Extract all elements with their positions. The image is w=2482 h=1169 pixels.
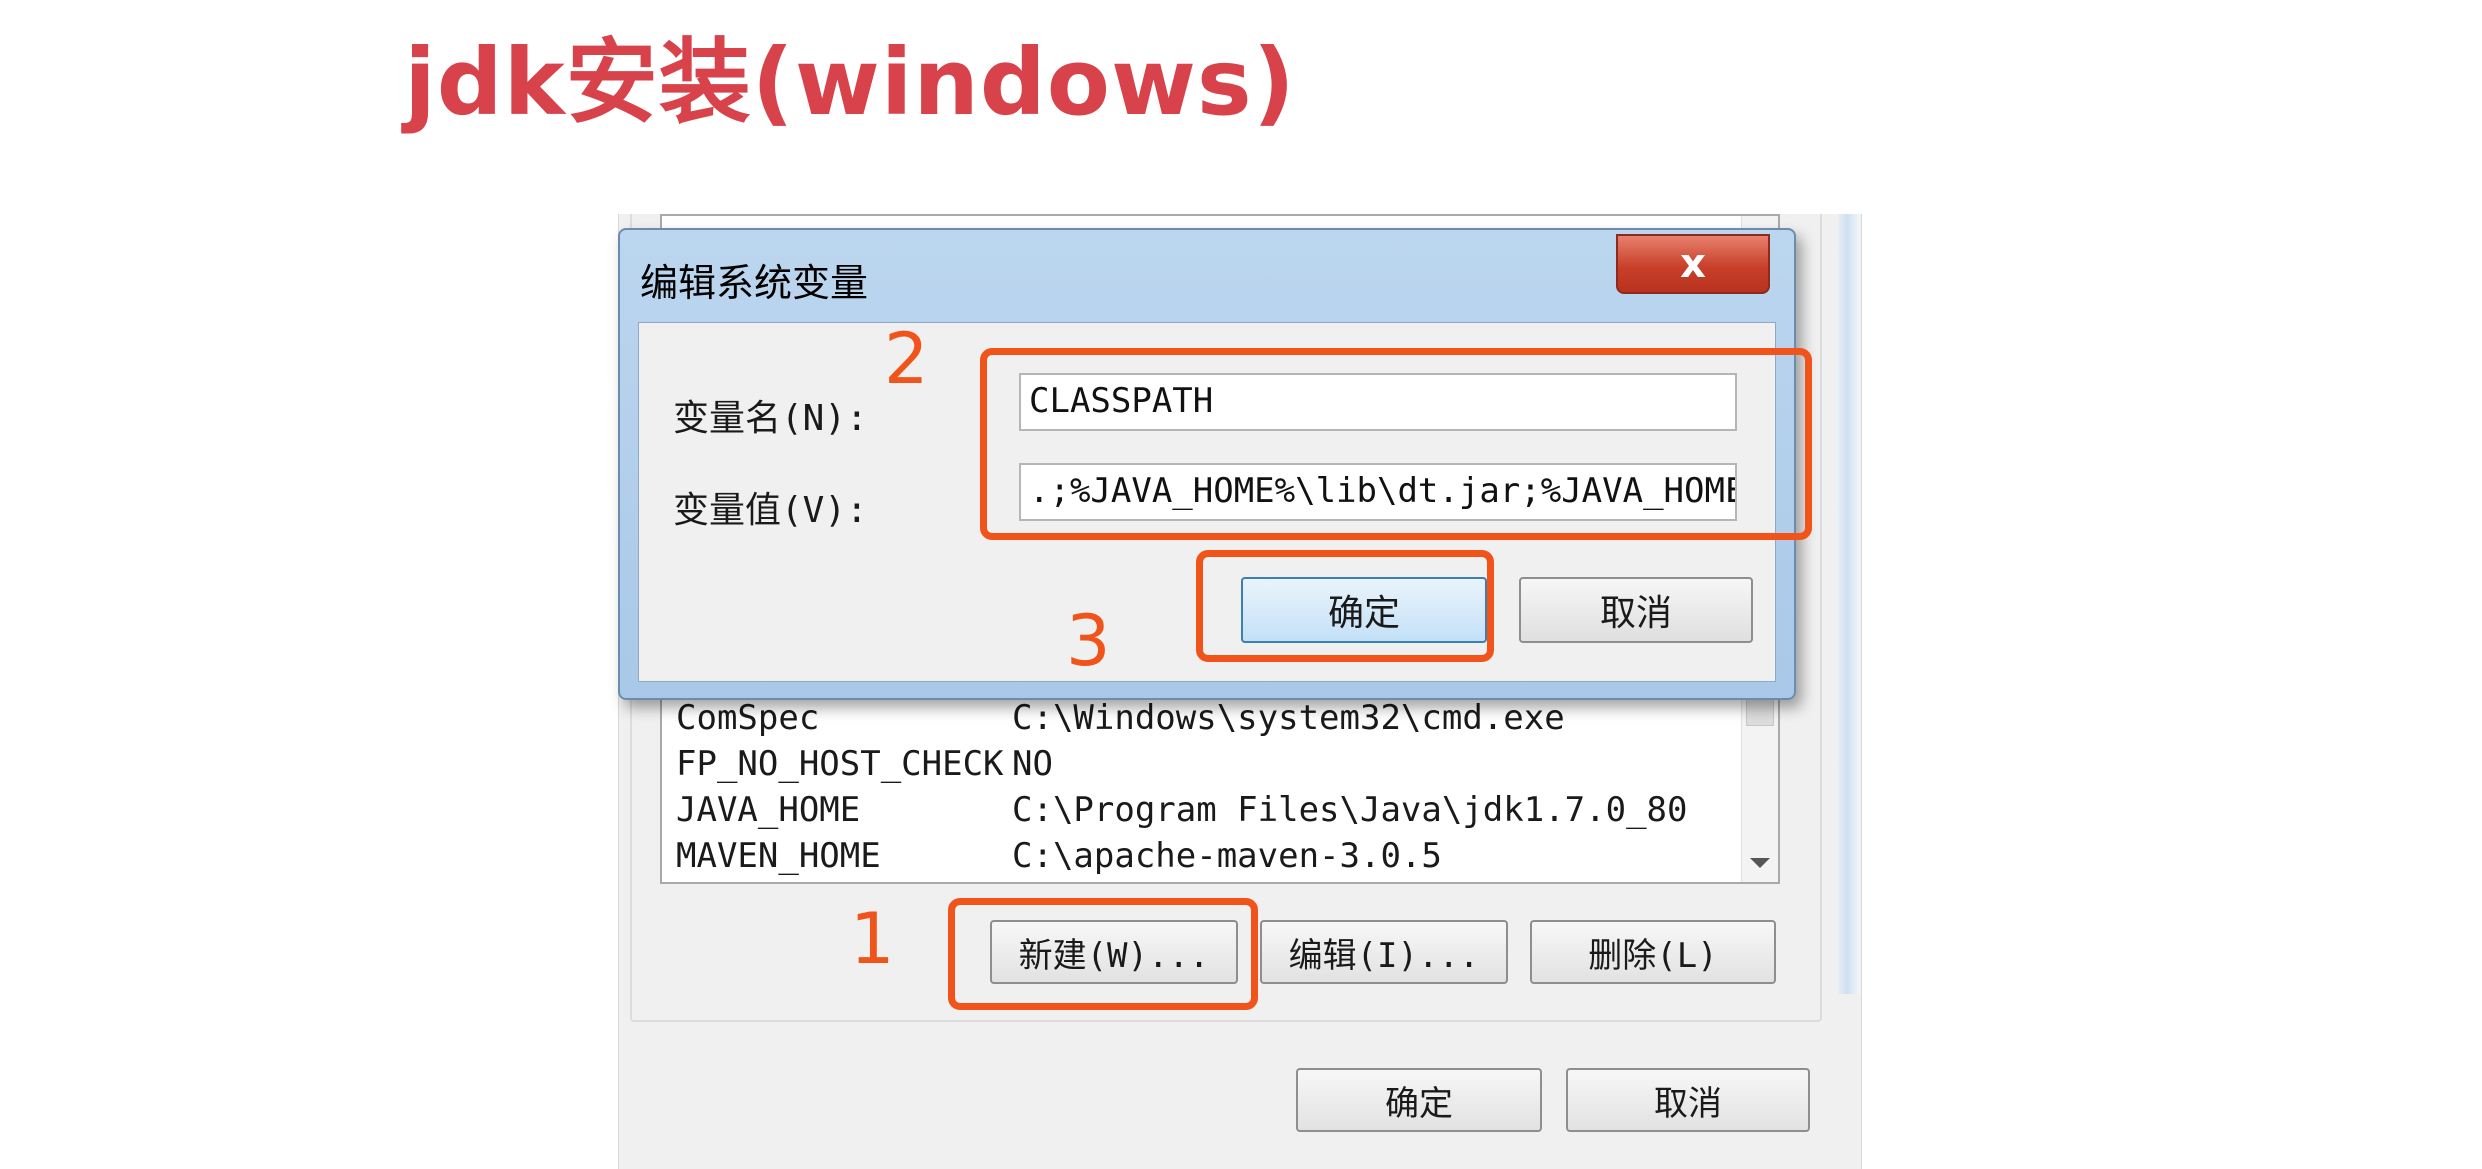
variable-name: ComSpec — [676, 698, 820, 738]
variable-name: MAVEN_HOME — [676, 836, 881, 876]
variable-value-label: 变量值(V): — [673, 490, 868, 531]
window-ok-button[interactable]: 确定 — [1296, 1068, 1542, 1132]
delete-variable-button[interactable]: 删除(L) — [1530, 920, 1776, 984]
highlight-box-new — [948, 898, 1258, 1010]
window-edge — [1838, 214, 1860, 994]
slide-title: jdk安装(windows) — [404, 29, 1296, 136]
edit-variable-button[interactable]: 编辑(I)... — [1260, 920, 1508, 984]
variable-name: FP_NO_HOST_CHECK — [676, 744, 1004, 784]
variable-value: C:\apache-maven-3.0.5 — [1012, 836, 1442, 876]
variable-name: JAVA_HOME — [676, 790, 861, 830]
variable-value: NO — [1012, 744, 1053, 784]
window-cancel-button[interactable]: 取消 — [1566, 1068, 1810, 1132]
scroll-down-arrow-icon[interactable] — [1750, 858, 1770, 868]
highlight-box-ok — [1196, 550, 1494, 662]
close-button[interactable]: x — [1616, 234, 1770, 294]
step-3-label: 3 — [1066, 600, 1111, 682]
dialog-cancel-button[interactable]: 取消 — [1519, 577, 1753, 643]
step-1-label: 1 — [850, 898, 895, 980]
variable-name-label: 变量名(N): — [673, 398, 868, 439]
highlight-box-fields — [980, 348, 1812, 540]
variable-value: C:\Program Files\Java\jdk1.7.0_80 — [1012, 790, 1688, 830]
variable-value: C:\Windows\system32\cmd.exe — [1012, 698, 1565, 738]
step-2-label: 2 — [884, 318, 929, 400]
dialog-title: 编辑系统变量 — [640, 261, 869, 305]
close-icon: x — [1680, 241, 1706, 287]
